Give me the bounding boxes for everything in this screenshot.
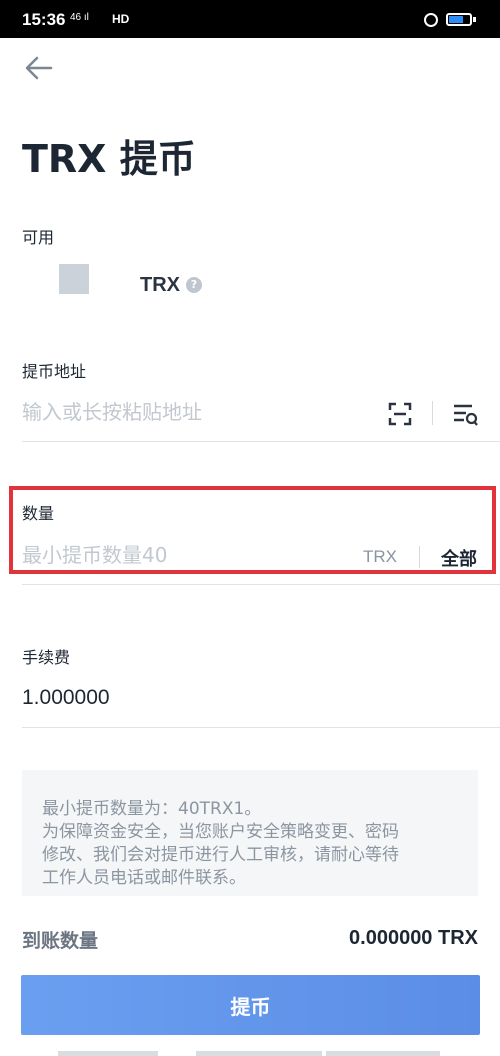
notice-box: 最小提币数量为：40TRX1。 为保障资金安全，当您账户安全策略变更、密码 修改…: [22, 770, 478, 896]
receive-label: 到账数量: [22, 930, 99, 952]
network-badge: HD: [112, 12, 130, 26]
available-value: TRX: [140, 274, 180, 296]
battery-icon: [446, 13, 472, 26]
notice-line: 为保障资金安全，当您账户安全策略变更、密码: [42, 822, 399, 842]
available-label: 可用: [22, 228, 55, 247]
nav-bar-segment: [196, 1051, 322, 1056]
amount-unit: TRX: [363, 547, 397, 566]
page-title: TRX 提币: [22, 137, 196, 181]
token-logo: [59, 264, 89, 294]
address-label: 提币地址: [22, 362, 87, 381]
battery-cap: [473, 17, 476, 22]
notice-line: 修改、我们会对提币进行人工审核，请耐心等待: [42, 845, 399, 865]
notice-line: 最小提币数量为：40TRX1。: [42, 799, 262, 819]
amount-divider: [419, 546, 420, 568]
address-input[interactable]: [22, 400, 362, 424]
address-underline: [22, 441, 500, 442]
alarm-icon: [424, 13, 438, 27]
help-icon[interactable]: ?: [186, 277, 202, 293]
withdraw-button[interactable]: 提币: [21, 975, 480, 1035]
nav-bar-segment: [326, 1051, 440, 1056]
status-bar: 15:36 46 ıl HD: [0, 0, 500, 38]
receive-value: 0.000000 TRX: [349, 927, 478, 949]
address-divider: [432, 401, 433, 425]
signal-icon: 46 ıl: [70, 12, 89, 23]
fee-underline: [22, 727, 500, 728]
notice-line: 工作人员电话或邮件联系。: [42, 868, 246, 888]
all-button[interactable]: 全部: [441, 545, 477, 571]
amount-label: 数量: [22, 504, 55, 523]
fee-label: 手续费: [22, 648, 71, 667]
notice-text: 最小提币数量为：40TRX1。 为保障资金安全，当您账户安全策略变更、密码 修改…: [42, 798, 452, 890]
nav-bar-segment: [58, 1051, 158, 1056]
scan-icon[interactable]: [388, 402, 412, 426]
status-time: 15:36: [22, 10, 66, 29]
amount-underline: [22, 584, 500, 585]
fee-value: 1.000000: [22, 686, 110, 709]
amount-input[interactable]: [22, 543, 342, 567]
address-book-icon[interactable]: [452, 402, 478, 426]
back-arrow-icon[interactable]: [24, 54, 54, 82]
